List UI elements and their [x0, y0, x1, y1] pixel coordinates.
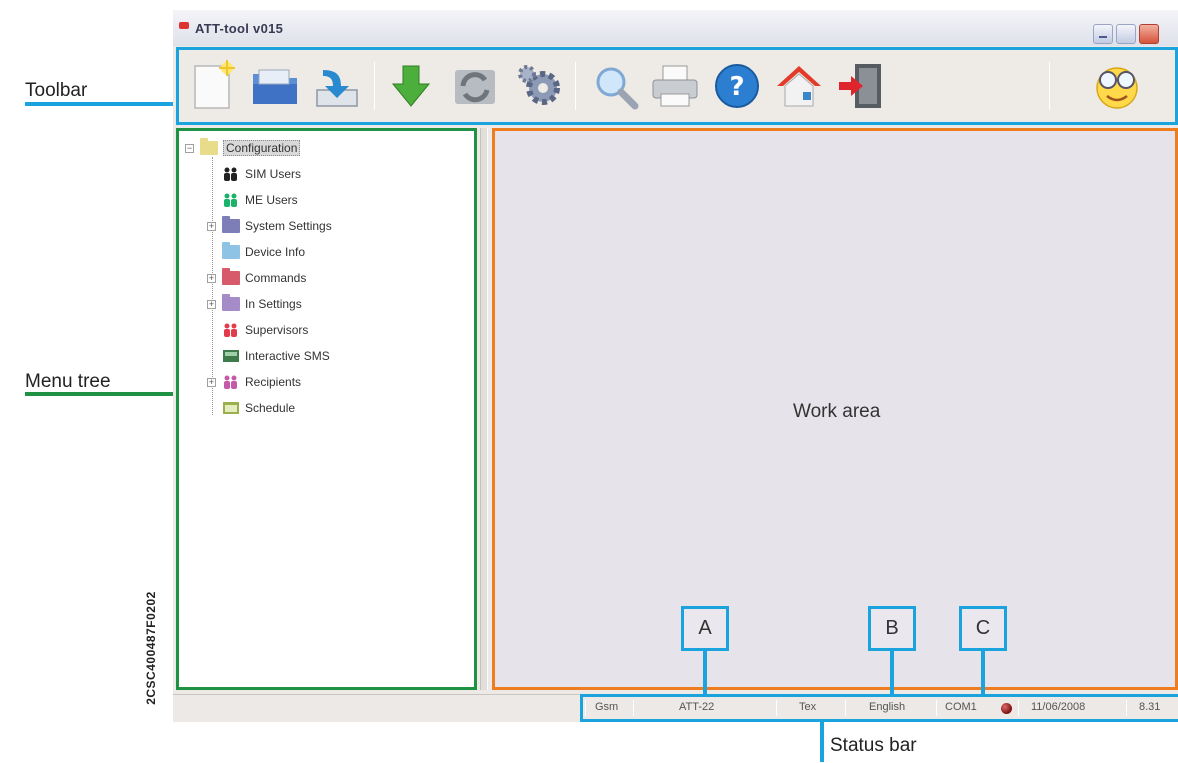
recipients-icon: [222, 375, 240, 389]
panel-splitter[interactable]: [480, 128, 488, 690]
marker-a: A: [681, 606, 729, 651]
title-bar[interactable]: ATT-tool v015: [173, 10, 1178, 46]
tree-item-label: Interactive SMS: [245, 349, 330, 363]
supervisors-icon: [222, 323, 240, 337]
folder-icon: [222, 242, 240, 259]
close-button[interactable]: [1139, 24, 1159, 44]
folder-icon: [222, 268, 240, 285]
tree-item-label: SIM Users: [245, 167, 302, 181]
expand-toggle[interactable]: +: [207, 221, 216, 231]
me-users-icon: [222, 193, 240, 207]
status-bar: Gsm ATT-22 Tex English COM1 11/06/2008 8…: [173, 694, 1178, 722]
tree-item-schedule[interactable]: Schedule: [207, 397, 295, 419]
tree-item-label: In Settings: [245, 297, 302, 311]
window-title: ATT-tool v015: [195, 21, 284, 36]
search-magnifier-icon[interactable]: [589, 60, 641, 112]
status-divider: [585, 700, 586, 716]
folder-icon: [222, 294, 240, 311]
status-time: 8.31: [1139, 701, 1161, 713]
tree-item-label: Schedule: [245, 401, 296, 415]
menu-tree-annotation-line: [25, 392, 176, 396]
tree-item-me-users[interactable]: ME Users: [207, 189, 298, 211]
tree-item-in-settings[interactable]: + In Settings: [207, 293, 302, 315]
collapse-toggle[interactable]: −: [185, 143, 194, 153]
work-area[interactable]: Work area: [492, 128, 1178, 690]
status-divider: [845, 700, 846, 716]
marker-a-line: [703, 651, 707, 694]
tree-item-label: Configuration: [223, 140, 301, 156]
connection-status-icon: [1001, 703, 1012, 714]
tree-item-label: Recipients: [245, 375, 302, 389]
status-port: COM1: [945, 701, 977, 713]
toolbar-separator: [575, 62, 576, 110]
printer-icon[interactable]: [649, 60, 701, 112]
status-language: English: [869, 701, 906, 713]
marker-b-line: [890, 651, 894, 694]
settings-gears-icon[interactable]: [513, 60, 565, 112]
expand-toggle[interactable]: +: [207, 377, 216, 387]
tree-item-commands[interactable]: + Commands: [207, 267, 306, 289]
menu-tree: − Configuration SIM Users ME Users + Sys…: [176, 128, 477, 690]
home-icon[interactable]: [773, 60, 825, 112]
menu-tree-annotation-label: Menu tree: [25, 371, 111, 392]
status-bar-annotation-label: Status bar: [830, 735, 917, 756]
status-divider: [1018, 700, 1019, 716]
folder-icon: [222, 216, 240, 233]
toolbar: ?: [176, 47, 1178, 125]
expand-toggle[interactable]: +: [207, 299, 216, 309]
toolbar-annotation-line: [25, 102, 176, 106]
status-divider: [776, 700, 777, 716]
work-area-annotation-label: Work area: [793, 401, 881, 422]
tree-item-label: Device Info: [245, 245, 306, 259]
sim-users-icon: [222, 167, 240, 181]
folder-icon: [200, 138, 218, 155]
marker-b: B: [868, 606, 916, 651]
toolbar-separator: [374, 62, 375, 110]
new-document-icon[interactable]: [187, 60, 239, 112]
help-icon[interactable]: ?: [711, 60, 763, 112]
tree-item-supervisors[interactable]: Supervisors: [207, 319, 308, 341]
minimize-button[interactable]: [1093, 24, 1113, 44]
document-id: 2CSC400487F0202: [144, 591, 158, 705]
open-folder-icon[interactable]: [249, 60, 301, 112]
tree-item-system-settings[interactable]: + System Settings: [207, 215, 332, 237]
refresh-icon[interactable]: [449, 60, 501, 112]
toolbar-separator: [1049, 62, 1050, 110]
tree-item-label: ME Users: [245, 193, 298, 207]
marker-c-line: [981, 651, 985, 694]
status-divider: [633, 700, 634, 716]
status-mode: Gsm: [595, 701, 619, 713]
status-device: ATT-22: [679, 701, 715, 713]
schedule-icon: [222, 401, 240, 415]
tree-item-label: Commands: [245, 271, 307, 285]
status-divider: [936, 700, 937, 716]
tree-item-device-info[interactable]: Device Info: [207, 241, 305, 263]
exit-door-icon[interactable]: [835, 60, 887, 112]
tree-item-configuration[interactable]: − Configuration: [185, 137, 301, 159]
tree-item-label: Supervisors: [245, 323, 309, 337]
toolbar-annotation-label: Toolbar: [25, 80, 88, 101]
status-divider: [1126, 700, 1127, 716]
app-window: ATT-tool v015 ? − Configuration SIM User…: [173, 10, 1178, 722]
status-date: 11/06/2008: [1031, 701, 1086, 713]
smiley-glasses-icon[interactable]: [1091, 60, 1143, 112]
tree-item-sim-users[interactable]: SIM Users: [207, 163, 301, 185]
marker-c: C: [959, 606, 1007, 651]
status-bar-annotation-line: [820, 720, 824, 762]
maximize-button[interactable]: [1116, 24, 1136, 44]
app-icon: [179, 22, 189, 29]
tree-item-interactive-sms[interactable]: Interactive SMS: [207, 345, 330, 367]
svg-text:?: ?: [729, 72, 744, 102]
save-to-drive-icon[interactable]: [311, 60, 363, 112]
sms-icon: [222, 349, 240, 363]
expand-toggle[interactable]: +: [207, 273, 216, 283]
tree-item-recipients[interactable]: + Recipients: [207, 371, 301, 393]
tree-item-label: System Settings: [245, 219, 332, 233]
status-format: Tex: [799, 701, 817, 713]
download-arrow-icon[interactable]: [385, 60, 437, 112]
